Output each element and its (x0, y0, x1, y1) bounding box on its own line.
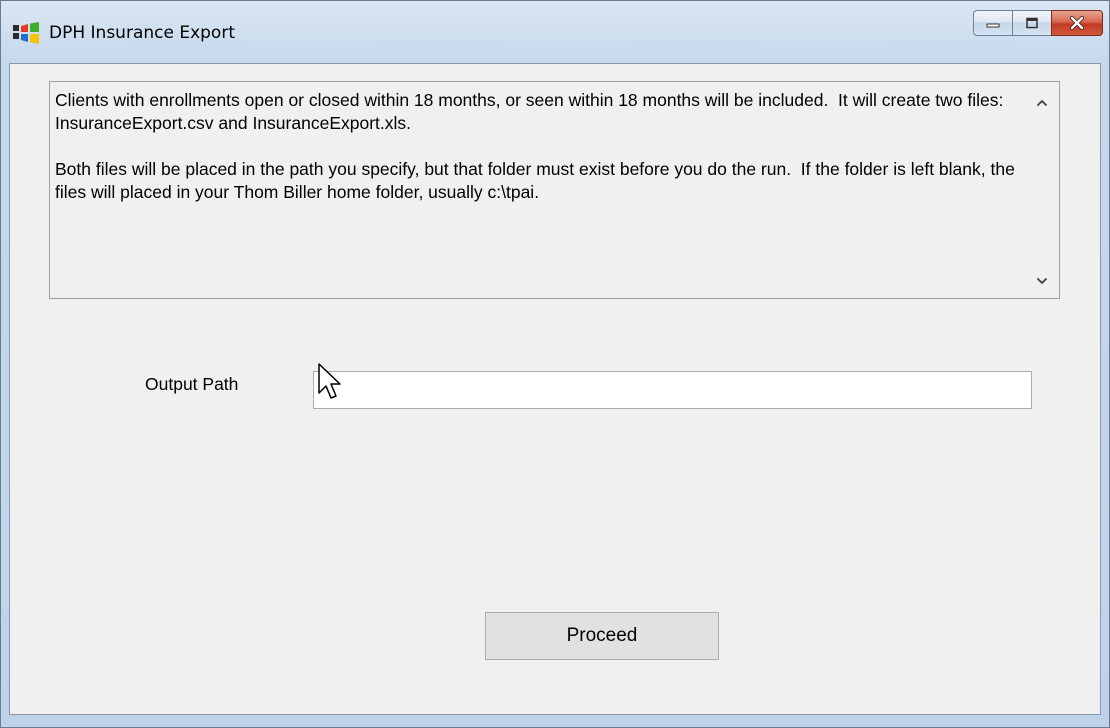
dph-insurance-export-window: DPH Insurance Export Clients with enroll… (0, 0, 1110, 728)
scroll-down-button[interactable] (1035, 274, 1049, 288)
proceed-button[interactable]: Proceed (485, 612, 719, 660)
close-icon (1070, 16, 1084, 30)
output-path-input[interactable] (313, 371, 1032, 409)
dialog-body: Clients with enrollments open or closed … (9, 63, 1101, 715)
windows-flag-icon (13, 22, 39, 44)
minimize-button[interactable] (973, 10, 1013, 36)
caption-buttons (973, 10, 1103, 38)
chevron-down-icon (1036, 277, 1048, 285)
maximize-icon (1026, 17, 1038, 29)
window-title: DPH Insurance Export (49, 23, 235, 43)
mouse-pointer-icon (318, 363, 341, 399)
output-path-label: Output Path (145, 374, 239, 394)
close-button[interactable] (1051, 10, 1103, 36)
title-bar[interactable]: DPH Insurance Export (1, 1, 1109, 63)
minimize-icon (986, 23, 1000, 28)
info-text-box[interactable]: Clients with enrollments open or closed … (49, 81, 1060, 299)
maximize-button[interactable] (1012, 10, 1052, 36)
info-text: Clients with enrollments open or closed … (55, 90, 1015, 202)
chevron-up-icon (1036, 99, 1048, 107)
scroll-up-button[interactable] (1035, 96, 1049, 110)
